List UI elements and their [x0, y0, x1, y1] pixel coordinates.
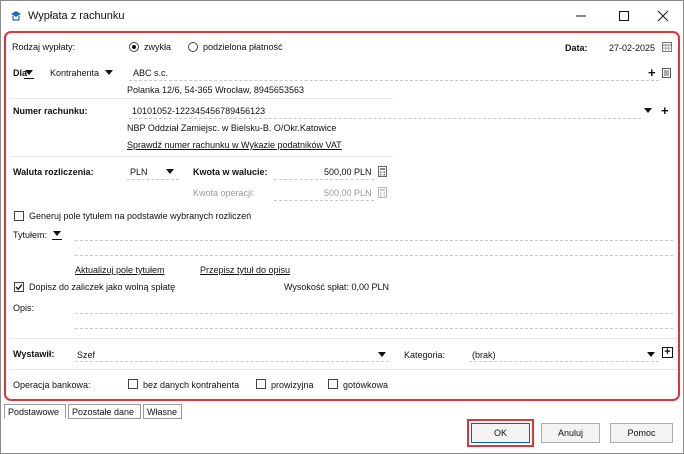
issued-by-select[interactable]: Szef [77, 350, 95, 360]
issued-by-underline [75, 361, 389, 362]
window-title: Wypłata z rachunku [28, 10, 125, 22]
for-underline [24, 78, 34, 79]
separator-2 [10, 156, 393, 157]
issued-by-label: Wystawił: [13, 349, 55, 359]
commission-label[interactable]: prowizyjna [271, 380, 314, 390]
category-dropdown-icon[interactable] [647, 352, 655, 357]
copy-title-link[interactable]: Przepisz tytuł do opisu [200, 265, 290, 275]
radio-split-payment-label[interactable]: podzielona płatność [203, 42, 283, 52]
no-party-data-checkbox[interactable] [128, 379, 138, 389]
amount-underline [274, 179, 374, 180]
list-icon[interactable] [662, 68, 671, 78]
app-icon [11, 11, 21, 21]
separator-1 [10, 98, 393, 99]
currency-dropdown-icon[interactable] [166, 169, 174, 174]
tab-other-data[interactable]: Pozostałe dane [68, 404, 141, 419]
commission-checkbox[interactable] [256, 379, 266, 389]
maximize-icon[interactable] [615, 7, 633, 25]
account-number-label: Numer rachunku: [13, 106, 88, 116]
add-to-advances-checkbox[interactable] [14, 282, 24, 292]
dialog-window: Wypłata z rachunku Rodzaj wypłaty: zwykł… [0, 0, 684, 454]
add-party-icon[interactable]: + [648, 65, 656, 80]
description-line-2[interactable] [75, 328, 673, 329]
currency-underline [127, 179, 179, 180]
no-party-data-label[interactable]: bez danych kontrahenta [143, 380, 239, 390]
ok-button[interactable]: OK [471, 423, 530, 443]
help-button[interactable]: Pomoc [610, 423, 673, 443]
party-name-underline [129, 80, 659, 81]
for-dropdown-icon[interactable] [25, 70, 33, 75]
title-dropdown-underline [52, 239, 62, 240]
calendar-icon[interactable] [662, 42, 672, 52]
close-icon[interactable] [654, 7, 672, 25]
category-underline [469, 361, 659, 362]
date-label: Data: [565, 43, 588, 53]
calculator-disabled-icon [378, 187, 387, 198]
party-name-field[interactable]: ABC s.c. [133, 68, 168, 78]
description-line-1[interactable] [75, 313, 673, 314]
party-type-select[interactable]: Kontrahenta [50, 68, 99, 78]
party-address: Polanka 12/6, 54-365 Wrocław, 8945653563 [127, 85, 304, 95]
title-line-1[interactable] [75, 240, 673, 241]
operation-amount-label: Kwota operacji: [193, 188, 255, 198]
radio-split-payment[interactable] [188, 42, 198, 52]
form-panel: Rodzaj wypłaty: zwykła podzielona płatno… [4, 31, 680, 401]
account-dropdown-icon[interactable] [644, 108, 652, 113]
calculator-icon[interactable] [378, 166, 387, 177]
tab-custom[interactable]: Własne [143, 404, 182, 419]
payment-type-label: Rodzaj wypłaty: [12, 42, 76, 52]
cancel-button[interactable]: Anuluj [541, 423, 600, 443]
title-line-2[interactable] [75, 255, 673, 256]
bank-name: NBP Oddział Zamiejsc. w Bielsku-B. O/Okr… [127, 123, 337, 133]
minimize-icon[interactable] [572, 7, 590, 25]
cash-checkbox[interactable] [328, 379, 338, 389]
account-number-field[interactable]: 10101052-122345456789456123 [132, 106, 265, 116]
separator-4 [10, 369, 678, 370]
title-label: Tytułem: [13, 230, 48, 240]
separator-3 [10, 338, 678, 339]
account-number-underline [129, 118, 641, 119]
category-select[interactable]: (brak) [472, 350, 496, 360]
currency-label: Waluta rozliczenia: [13, 167, 94, 177]
operation-amount-underline [274, 200, 374, 201]
description-label: Opis: [13, 303, 35, 313]
title-dropdown-icon[interactable] [53, 231, 61, 236]
add-to-advances-label[interactable]: Dopisz do zaliczek jako wolną spłatę [29, 282, 175, 292]
date-field[interactable]: 27-02-2025 [609, 43, 655, 53]
add-account-icon[interactable]: + [661, 103, 669, 118]
category-label: Kategoria: [404, 350, 446, 360]
checkmark-icon [15, 284, 23, 291]
party-type-dropdown-icon[interactable] [105, 70, 113, 75]
amount-label: Kwota w walucie: [193, 167, 268, 177]
radio-regular[interactable] [129, 42, 139, 52]
generate-title-label[interactable]: Generuj pole tytułem na podstawie wybran… [29, 211, 251, 221]
title-bar: Wypłata z rachunku [1, 1, 683, 31]
generate-title-checkbox[interactable] [14, 211, 24, 221]
operation-amount-field: 500,00 PLN [324, 188, 372, 198]
amount-field[interactable]: 500,00 PLN [324, 167, 372, 177]
issued-by-dropdown-icon[interactable] [378, 352, 386, 357]
tab-basic[interactable]: Podstawowe [4, 404, 66, 419]
vat-check-link[interactable]: Sprawdź numer rachunku w Wykazie podatni… [127, 140, 342, 150]
cash-label[interactable]: gotówkowa [343, 380, 388, 390]
radio-regular-label[interactable]: zwykła [144, 42, 171, 52]
update-title-link[interactable]: Aktualizuj pole tytułem [75, 265, 165, 275]
repayment-amount: Wysokość spłat: 0,00 PLN [284, 282, 389, 292]
add-category-icon[interactable]: + [662, 347, 673, 358]
bank-operation-label: Operacja bankowa: [13, 380, 91, 390]
currency-select[interactable]: PLN [130, 167, 148, 177]
